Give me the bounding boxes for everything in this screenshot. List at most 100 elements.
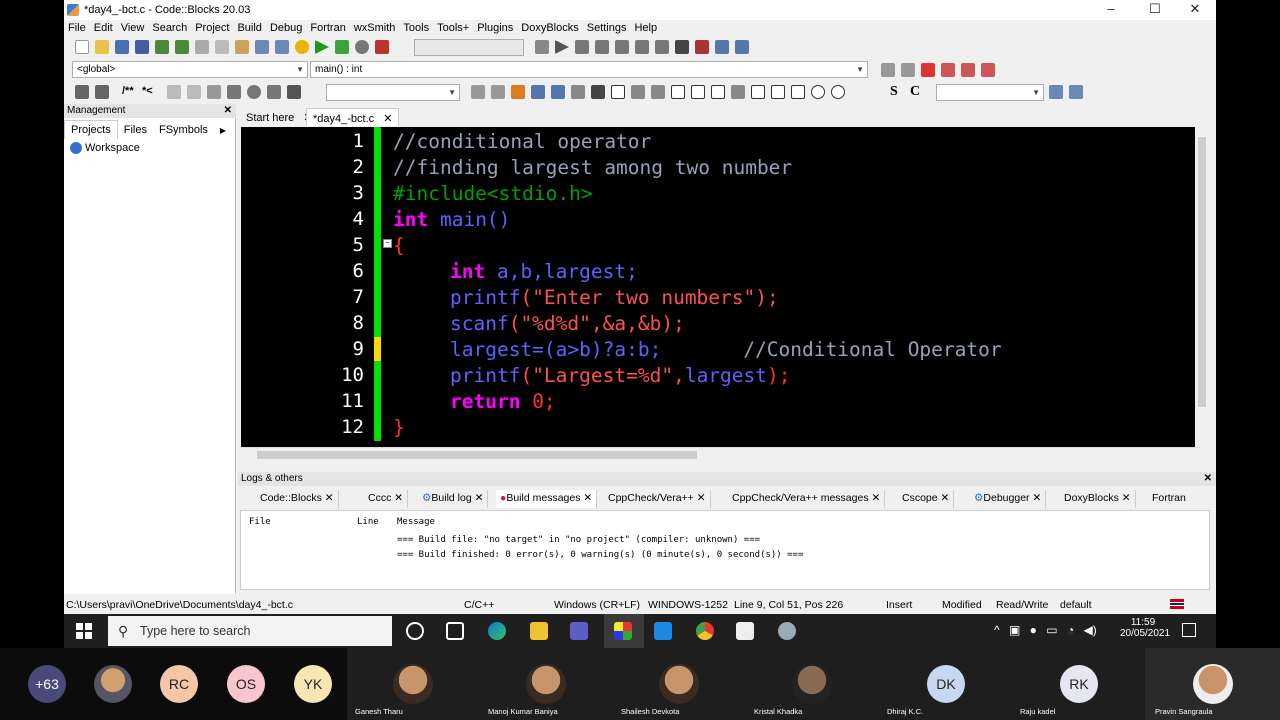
rebuild-icon[interactable] bbox=[355, 40, 369, 54]
close-icon[interactable]: ✕ bbox=[224, 104, 232, 118]
step-out-icon[interactable] bbox=[635, 40, 649, 54]
participant-avatar-photo[interactable] bbox=[94, 665, 132, 703]
menu-fortran[interactable]: Fortran bbox=[306, 20, 349, 36]
jump-forward-icon[interactable] bbox=[267, 85, 281, 99]
cursor-icon[interactable] bbox=[591, 85, 605, 99]
stop-debugger-icon[interactable] bbox=[695, 40, 709, 54]
tools-icon[interactable] bbox=[207, 85, 221, 99]
next-instruction-icon[interactable] bbox=[655, 40, 669, 54]
editor-horizontal-scrollbar[interactable] bbox=[241, 447, 1201, 461]
volume-icon[interactable]: ◀) bbox=[1084, 623, 1097, 637]
chevron-up-icon[interactable]: ^ bbox=[994, 623, 1000, 637]
build-target-select[interactable] bbox=[414, 39, 524, 56]
camera-icon[interactable]: ▣ bbox=[1009, 623, 1020, 637]
tab-files[interactable]: Files bbox=[118, 121, 153, 139]
participant-tile[interactable]: Ganesh Tharu bbox=[347, 648, 480, 720]
copy-icon[interactable] bbox=[215, 40, 229, 54]
menu-tools[interactable]: Tools bbox=[399, 20, 433, 36]
store-icon[interactable] bbox=[736, 622, 754, 640]
mail-icon[interactable] bbox=[654, 622, 672, 640]
participant-tile[interactable]: RK Raju kadel bbox=[1012, 648, 1145, 720]
c-button[interactable]: C bbox=[910, 84, 920, 100]
redo-icon[interactable] bbox=[175, 40, 189, 54]
log-tab-cccc[interactable]: Cccc ✕ bbox=[364, 490, 409, 508]
tab-projects[interactable]: Projects bbox=[64, 120, 118, 139]
close-icon[interactable]: ✕ bbox=[1204, 472, 1212, 486]
windows-start-icon[interactable] bbox=[76, 623, 92, 639]
debug-windows-icon[interactable] bbox=[715, 40, 729, 54]
highlight-icon[interactable] bbox=[511, 85, 525, 99]
match-case-icon[interactable] bbox=[531, 85, 545, 99]
symbol-search-combo[interactable]: ▼ bbox=[936, 84, 1044, 101]
menu-plugins[interactable]: Plugins bbox=[473, 20, 517, 36]
menu-tools-plus[interactable]: Tools+ bbox=[433, 20, 473, 36]
log-tab-cppcheck[interactable]: CppCheck/Vera++ ✕ bbox=[604, 490, 711, 508]
search-settings-icon[interactable] bbox=[1069, 85, 1083, 99]
menu-settings[interactable]: Settings bbox=[583, 20, 631, 36]
menu-project[interactable]: Project bbox=[191, 20, 233, 36]
column-line[interactable]: Line bbox=[357, 517, 379, 527]
build-gear-icon[interactable] bbox=[295, 40, 309, 54]
participant-tile[interactable]: Pravin Sangraula bbox=[1145, 648, 1280, 720]
next-bookmark-icon[interactable] bbox=[961, 63, 975, 77]
back-icon[interactable] bbox=[881, 63, 895, 77]
wifi-icon[interactable]: ◔ bbox=[1067, 623, 1074, 637]
app-icon[interactable] bbox=[778, 622, 796, 640]
run-icon[interactable] bbox=[315, 40, 329, 54]
abort-icon[interactable] bbox=[375, 40, 389, 54]
zoom-in-icon[interactable] bbox=[811, 85, 825, 99]
toggle-comment-icon[interactable] bbox=[167, 85, 181, 99]
undo-icon[interactable] bbox=[155, 40, 169, 54]
participant-tile[interactable]: Kristal Khadka bbox=[746, 648, 879, 720]
teams-icon[interactable] bbox=[570, 622, 588, 640]
find-icon[interactable] bbox=[255, 40, 269, 54]
minimize-button[interactable]: – bbox=[1092, 0, 1130, 20]
codeblocks-taskbar-icon[interactable] bbox=[614, 622, 632, 640]
search-combo[interactable]: ▼ bbox=[326, 84, 460, 101]
step-into-icon[interactable] bbox=[615, 40, 629, 54]
log-tab-cppcheck-messages[interactable]: CppCheck/Vera++ messages ✕ bbox=[728, 490, 886, 508]
log-tab-fortran[interactable]: Fortran bbox=[1148, 490, 1190, 508]
stream-comment-icon[interactable] bbox=[187, 85, 201, 99]
next-line-icon[interactable] bbox=[595, 40, 609, 54]
build-messages-list[interactable]: File Line Message === Build file: "no ta… bbox=[240, 510, 1210, 590]
paste-icon[interactable] bbox=[235, 40, 249, 54]
break-debugger-icon[interactable] bbox=[675, 40, 689, 54]
chrome-icon[interactable] bbox=[696, 622, 714, 640]
save-icon[interactable] bbox=[115, 40, 129, 54]
align-icon[interactable] bbox=[711, 85, 725, 99]
fold-marker-icon[interactable]: − bbox=[383, 239, 392, 248]
log-tab-doxyblocks[interactable]: DoxyBlocks ✕ bbox=[1060, 490, 1136, 508]
clock[interactable]: 11:59 20/05/2021 bbox=[1120, 617, 1170, 639]
box2-icon[interactable] bbox=[771, 85, 785, 99]
microphone-icon[interactable]: ● bbox=[1030, 623, 1037, 637]
s-button[interactable]: S bbox=[890, 84, 898, 100]
open-icon[interactable] bbox=[95, 40, 109, 54]
tab-fsymbols[interactable]: FSymbols bbox=[153, 121, 214, 139]
code-editor[interactable]: 1 2 3 4 5 6 7 8 9 10 11 12 − //condition… bbox=[241, 127, 1195, 447]
wrap-icon[interactable] bbox=[671, 85, 685, 99]
close-button[interactable]: ✕ bbox=[1176, 0, 1214, 20]
log-tab-cscope[interactable]: Cscope ✕ bbox=[898, 490, 955, 508]
debug-info-icon[interactable] bbox=[735, 40, 749, 54]
prev-bookmark-icon[interactable] bbox=[941, 63, 955, 77]
cortana-icon[interactable] bbox=[406, 622, 424, 640]
edge-icon[interactable] bbox=[488, 622, 506, 640]
split-icon[interactable] bbox=[691, 85, 705, 99]
replace-icon[interactable] bbox=[275, 40, 289, 54]
tag-icon[interactable] bbox=[287, 85, 301, 99]
box-icon[interactable] bbox=[751, 85, 765, 99]
show-select-target-icon[interactable] bbox=[535, 40, 549, 54]
clear-bookmarks-icon[interactable] bbox=[981, 63, 995, 77]
menu-view[interactable]: View bbox=[117, 20, 149, 36]
regex-icon[interactable] bbox=[571, 85, 585, 99]
tab-day4-bct[interactable]: *day4_-bct.c ✕ bbox=[306, 108, 400, 126]
participant-avatar[interactable]: OS bbox=[227, 665, 265, 703]
uncomment-button[interactable]: *< bbox=[142, 85, 153, 97]
jump-back-icon[interactable] bbox=[227, 85, 241, 99]
comment-button[interactable]: /** bbox=[122, 85, 134, 97]
file-explorer-icon[interactable] bbox=[530, 622, 548, 640]
menu-file[interactable]: File bbox=[64, 20, 90, 36]
taskbar-search-box[interactable]: ⚲ Type here to search bbox=[108, 616, 392, 646]
hammer-icon[interactable] bbox=[75, 85, 89, 99]
